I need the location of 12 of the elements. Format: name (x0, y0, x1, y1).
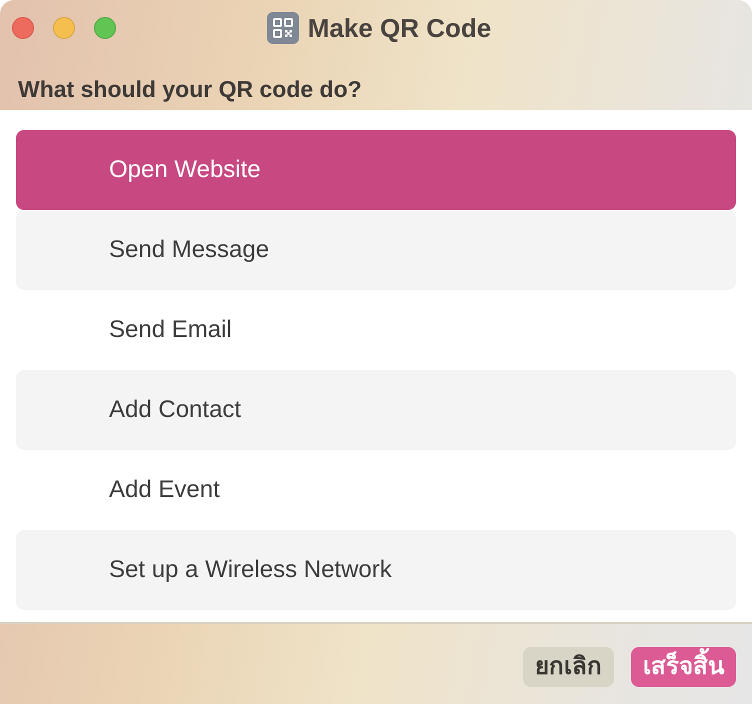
option-row[interactable]: Set up a Wireless Network (16, 530, 736, 610)
minimize-button[interactable] (53, 17, 75, 39)
cancel-button[interactable]: ยกเลิก (523, 647, 614, 687)
qr-code-icon (266, 12, 299, 44)
option-row[interactable]: Add Contact (16, 370, 736, 450)
window-title: Make QR Code (308, 12, 492, 44)
prompt-heading: What should your QR code do? (18, 74, 362, 104)
option-row[interactable]: Send Message (16, 210, 736, 290)
close-button[interactable] (12, 17, 34, 39)
done-button[interactable]: เสร็จสิ้น (631, 647, 736, 687)
zoom-button[interactable] (94, 17, 116, 39)
option-row[interactable]: Open Website (16, 130, 736, 210)
